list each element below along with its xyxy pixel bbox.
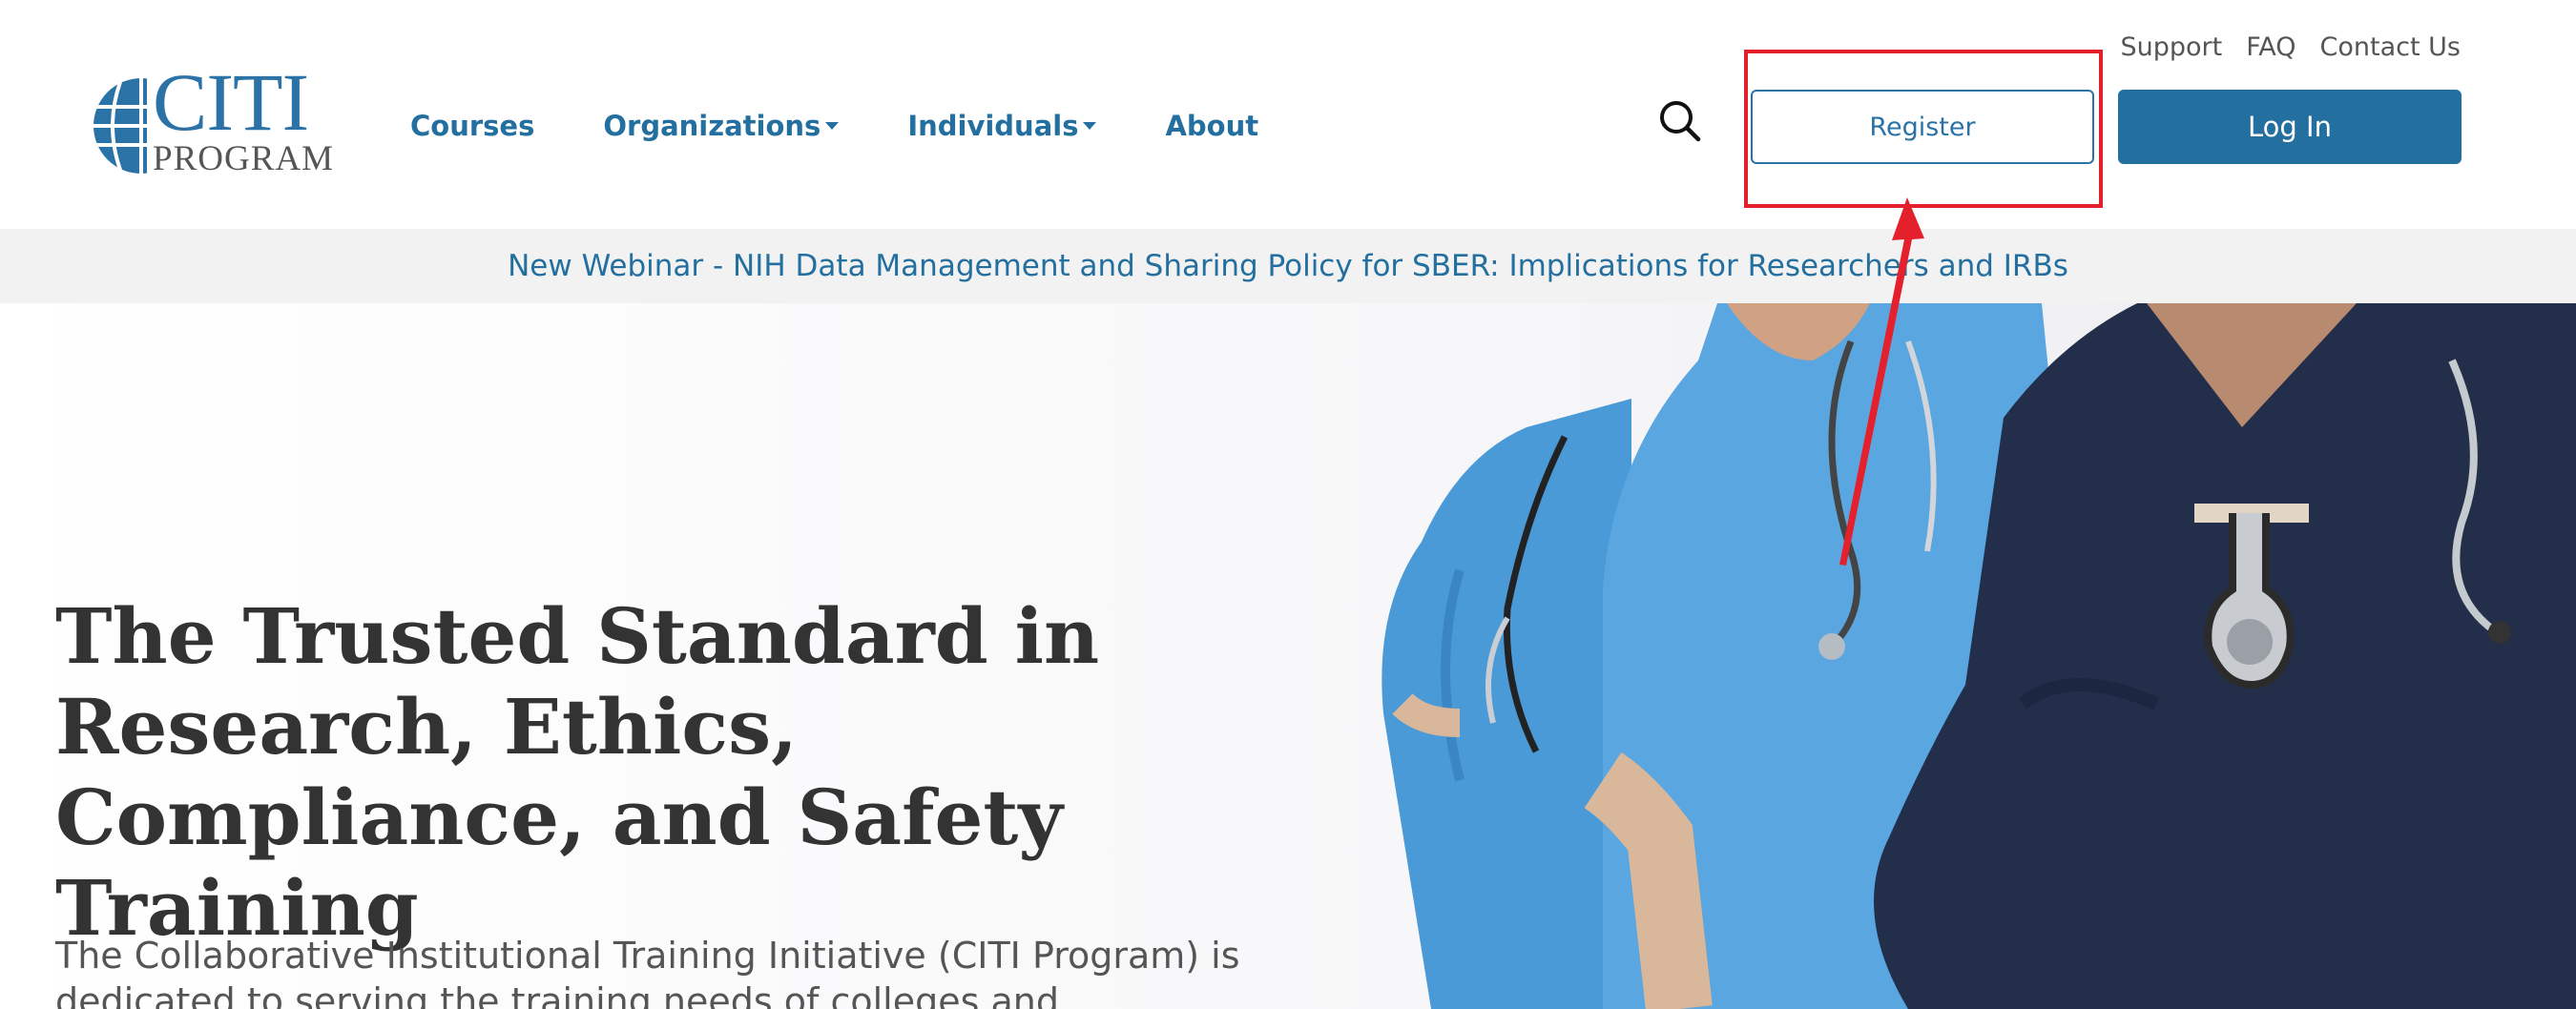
nav-organizations-label: Organizations [603,110,821,142]
main-nav: Courses Organizations Individuals About [410,107,1327,145]
hero-title: The Trusted Standard in Research, Ethics… [55,591,1100,953]
site-header: CITI PROGRAM Courses Organizations Indiv… [0,0,2576,229]
support-link[interactable]: Support [2120,32,2222,62]
hero-section: The Trusted Standard in Research, Ethics… [0,303,2576,1009]
nav-courses-label: Courses [410,110,535,142]
utility-nav: Support FAQ Contact Us [2120,32,2461,62]
nav-organizations[interactable]: Organizations [603,110,840,142]
globe-icon [93,76,147,175]
login-button[interactable]: Log In [2118,90,2462,164]
logo-program-text: PROGRAM [153,139,334,178]
nav-individuals-label: Individuals [907,110,1079,142]
annotation-highlight-box [1744,50,2103,208]
banner-link[interactable]: New Webinar - NIH Data Management and Sh… [508,249,2068,283]
logo-citi-text: CITI [153,56,309,148]
caret-down-icon [1083,122,1097,130]
contact-us-link[interactable]: Contact Us [2320,32,2461,62]
announcement-banner: New Webinar - NIH Data Management and Sh… [0,229,2576,303]
nav-about[interactable]: About [1165,110,1258,142]
hero-description: The Collaborative Institutional Training… [55,935,1240,1009]
nav-individuals[interactable]: Individuals [907,110,1097,142]
search-icon[interactable] [1658,99,1702,143]
nav-courses[interactable]: Courses [410,110,534,142]
hero-image [1381,303,2576,1009]
caret-down-icon [825,122,840,130]
faq-link[interactable]: FAQ [2246,32,2296,62]
nav-about-label: About [1165,110,1259,142]
citi-logo[interactable]: CITI PROGRAM [92,61,333,179]
